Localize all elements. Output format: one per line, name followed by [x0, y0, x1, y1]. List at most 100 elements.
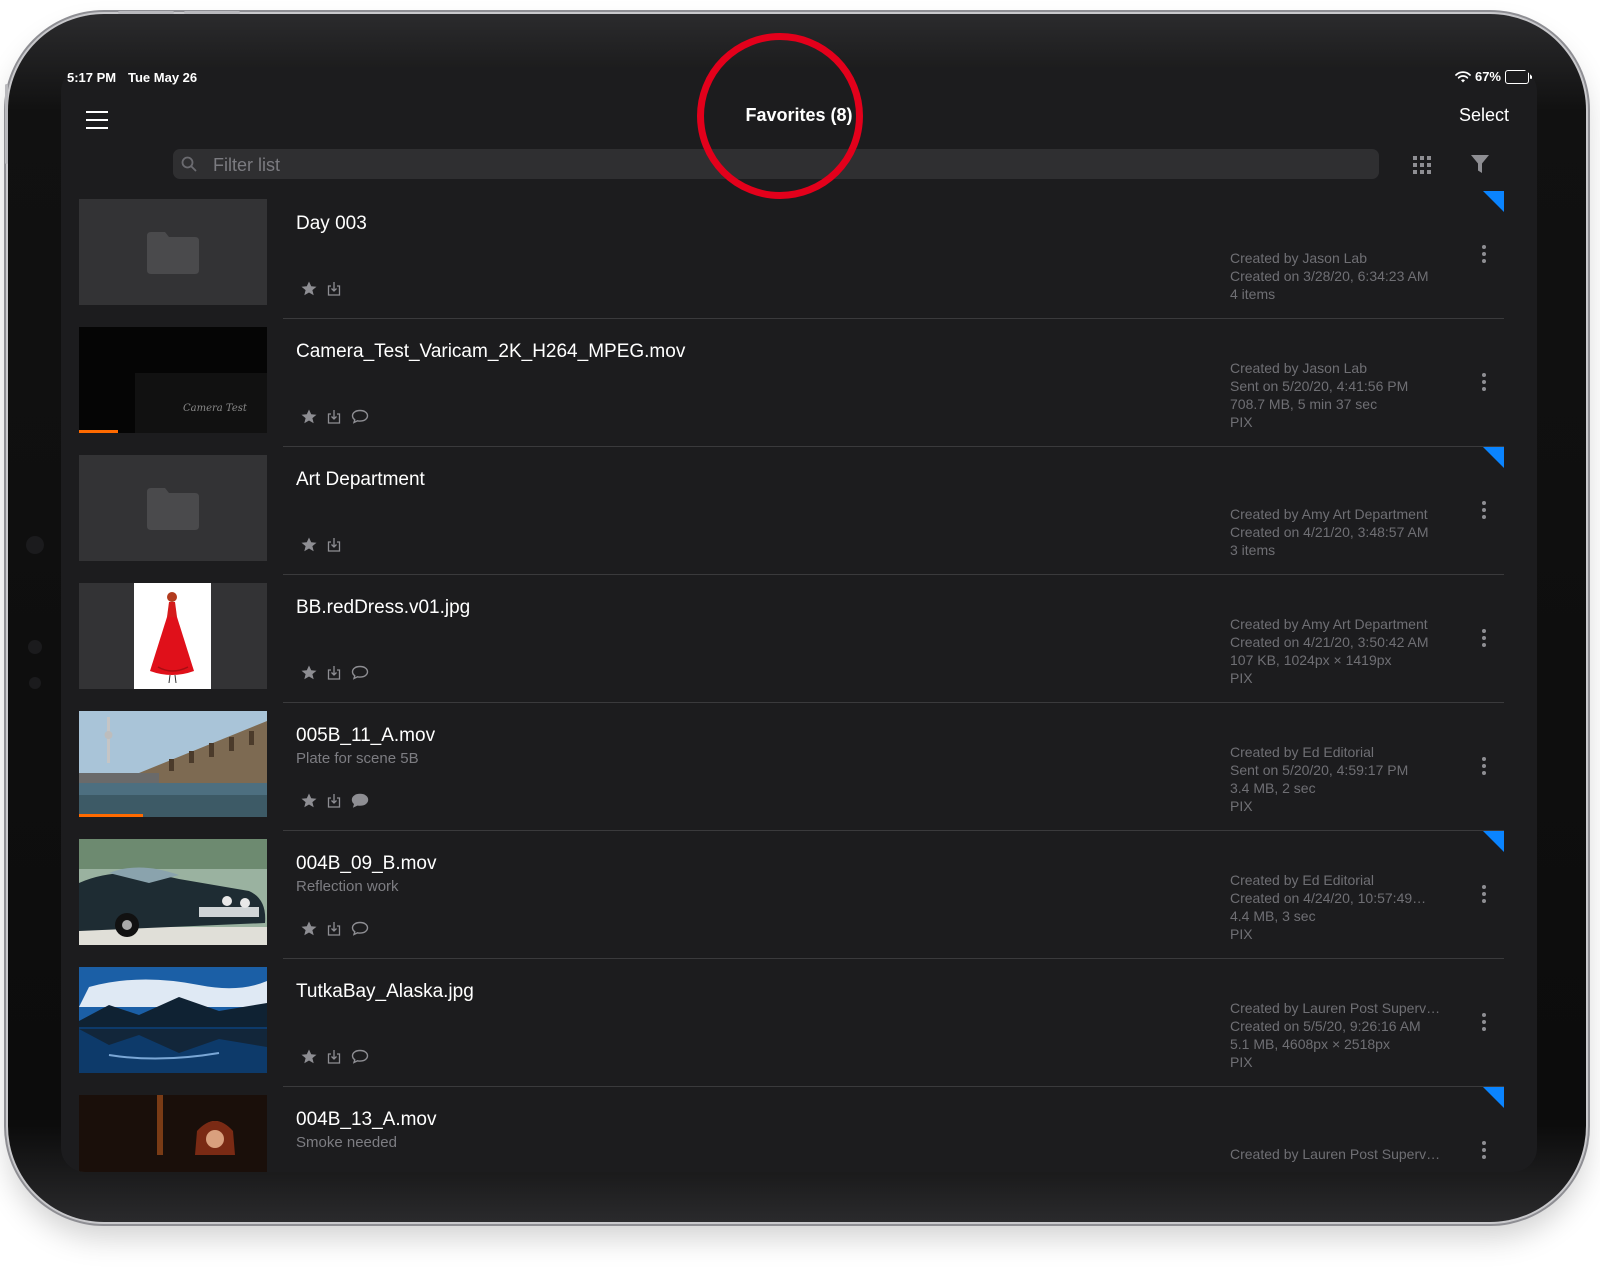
comment-icon[interactable]	[351, 793, 369, 808]
item-thumbnail[interactable]	[79, 839, 267, 945]
select-button[interactable]: Select	[1459, 105, 1509, 126]
status-right: 67%	[1455, 69, 1532, 84]
download-icon[interactable]	[327, 1049, 341, 1064]
comment-icon[interactable]	[351, 665, 369, 680]
item-metadata: Created by Lauren Post Superv…	[1230, 1145, 1455, 1163]
status-date: Tue May 26	[128, 70, 198, 85]
item-thumbnail[interactable]: Camera Test	[79, 327, 267, 433]
new-item-flag	[1483, 1087, 1504, 1108]
metadata-line: PIX	[1230, 414, 1253, 430]
list-item[interactable]: Day 003 Created by Jason Lab Created on 3/…	[61, 191, 1504, 319]
item-info: BB.redDress.v01.jpg Created by Amy Art De…	[283, 575, 1504, 703]
item-action-icons	[301, 281, 341, 296]
highlight-circle-annotation	[697, 33, 863, 199]
list-item[interactable]: 005B_11_A.mov Plate for scene 5B Created b…	[61, 703, 1504, 831]
item-action-icons	[301, 1049, 369, 1064]
item-action-icons	[301, 921, 369, 936]
download-icon[interactable]	[327, 409, 341, 424]
top-button-left	[118, 11, 174, 14]
item-thumbnail[interactable]	[79, 967, 267, 1073]
item-thumbnail[interactable]	[79, 455, 267, 561]
battery-percent: 67%	[1474, 69, 1501, 84]
comment-icon[interactable]	[351, 1049, 369, 1064]
list-item[interactable]: 004B_09_B.mov Reflection work Created by E…	[61, 831, 1504, 959]
item-title: Camera_Test_Varicam_2K_H264_MPEG.mov	[296, 341, 686, 362]
vintage-car-image	[79, 839, 267, 945]
more-options-icon[interactable]	[1479, 885, 1489, 907]
wifi-icon	[1455, 70, 1471, 82]
metadata-line: Created by Ed Editorial	[1230, 872, 1374, 888]
more-options-icon[interactable]	[1479, 501, 1489, 523]
metadata-line: Created by Lauren Post Superv…	[1230, 1146, 1441, 1162]
more-options-icon[interactable]	[1479, 1013, 1489, 1035]
comment-icon[interactable]	[351, 409, 369, 424]
item-thumbnail[interactable]	[79, 199, 267, 305]
list-item[interactable]: Art Department Created by Amy Art Departm…	[61, 447, 1504, 575]
download-icon[interactable]	[327, 665, 341, 680]
more-options-icon[interactable]	[1479, 373, 1489, 395]
item-info: Day 003 Created by Jason Lab Created on 3/…	[283, 191, 1504, 319]
item-subtitle: Smoke needed	[296, 1134, 397, 1151]
list-item[interactable]: TutkaBay_Alaska.jpg Created by Lauren Pos…	[61, 959, 1504, 1087]
metadata-line: PIX	[1230, 926, 1253, 942]
list-item[interactable]: 004B_13_A.mov Smoke needed Created by Laur…	[61, 1087, 1504, 1172]
star-icon[interactable]	[301, 1049, 317, 1064]
item-action-icons	[301, 537, 341, 552]
star-icon[interactable]	[301, 537, 317, 552]
more-options-icon[interactable]	[1479, 1141, 1489, 1163]
comment-icon[interactable]	[351, 921, 369, 936]
download-icon[interactable]	[327, 921, 341, 936]
item-subtitle: Plate for scene 5B	[296, 750, 419, 767]
item-action-icons	[301, 665, 369, 680]
metadata-line: 5.1 MB, 4608px × 2518px	[1230, 1036, 1390, 1052]
metadata-line: Created on 4/21/20, 3:48:57 AM	[1230, 524, 1429, 540]
side-sensor-2	[28, 640, 42, 654]
red-dress-image	[134, 583, 211, 689]
metadata-line: 4 items	[1230, 286, 1276, 302]
item-metadata: Created by Jason Lab Created on 3/28/20, …	[1230, 249, 1455, 303]
item-metadata: Created by Jason Lab Sent on 5/20/20, 4:4…	[1230, 359, 1455, 431]
favorites-list: Day 003 Created by Jason Lab Created on 3/…	[61, 191, 1504, 1172]
filter-funnel-icon[interactable]	[1471, 155, 1489, 174]
star-icon[interactable]	[301, 921, 317, 936]
side-button	[5, 84, 8, 164]
metadata-line: 708.7 MB, 5 min 37 sec	[1230, 396, 1378, 412]
item-title: Day 003	[296, 213, 367, 234]
more-options-icon[interactable]	[1479, 757, 1489, 779]
metadata-line: Created by Lauren Post Superv…	[1230, 1000, 1441, 1016]
metadata-line: Created on 5/5/20, 9:26:16 AM	[1230, 1018, 1421, 1034]
item-title: TutkaBay_Alaska.jpg	[296, 981, 474, 1002]
star-icon[interactable]	[301, 665, 317, 680]
item-title: 004B_13_A.mov	[296, 1109, 437, 1130]
metadata-line: Created by Amy Art Department	[1230, 506, 1428, 522]
metadata-line: Sent on 5/20/20, 4:59:17 PM	[1230, 762, 1409, 778]
star-icon[interactable]	[301, 281, 317, 296]
metadata-line: PIX	[1230, 670, 1253, 686]
metadata-line: Created on 4/21/20, 3:50:42 AM	[1230, 634, 1429, 650]
video-thumbnail-image: Camera Test	[79, 327, 267, 433]
item-thumbnail[interactable]	[79, 711, 267, 817]
download-icon[interactable]	[327, 537, 341, 552]
metadata-line: PIX	[1230, 798, 1253, 814]
download-icon[interactable]	[327, 281, 341, 296]
list-item[interactable]: Camera Test Camera_Test_Varicam_2K_H264_M…	[61, 319, 1504, 447]
portrait-image	[79, 1095, 267, 1172]
list-item[interactable]: BB.redDress.v01.jpg Created by Amy Art De…	[61, 575, 1504, 703]
download-icon[interactable]	[327, 793, 341, 808]
battery-icon	[1505, 69, 1532, 84]
metadata-line: 3 items	[1230, 542, 1276, 558]
item-thumbnail[interactable]	[79, 583, 267, 689]
star-icon[interactable]	[301, 793, 317, 808]
more-options-icon[interactable]	[1479, 629, 1489, 651]
grid-view-icon[interactable]	[1413, 156, 1431, 174]
item-metadata: Created by Amy Art Department Created on …	[1230, 615, 1455, 687]
item-thumbnail[interactable]	[79, 1095, 267, 1172]
thumbnail-caption: Camera Test	[183, 403, 247, 414]
item-info: TutkaBay_Alaska.jpg Created by Lauren Pos…	[283, 959, 1504, 1087]
more-options-icon[interactable]	[1479, 245, 1489, 267]
app-screen: 5:17 PM Tue May 26 67% Favorites (8) Sel…	[61, 67, 1537, 1172]
star-icon[interactable]	[301, 409, 317, 424]
metadata-line: Created by Ed Editorial	[1230, 744, 1374, 760]
folder-icon	[147, 488, 199, 530]
item-title: 005B_11_A.mov	[296, 725, 436, 746]
